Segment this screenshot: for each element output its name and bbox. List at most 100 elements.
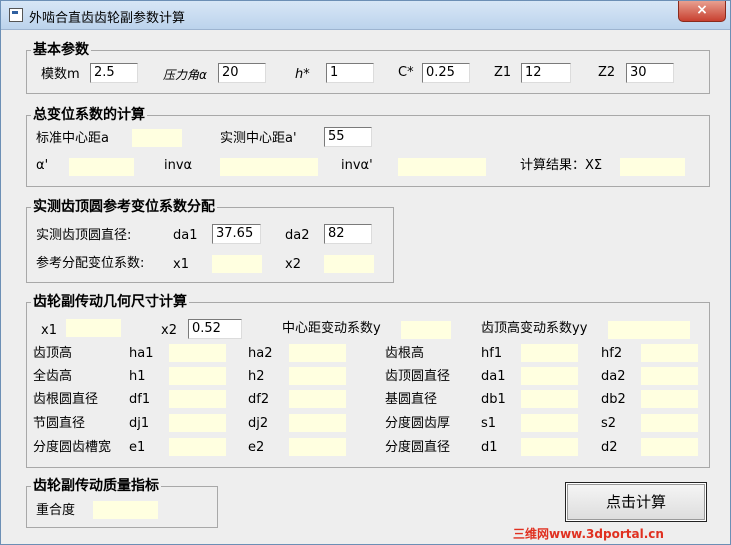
- geo-x2-label: x2: [161, 323, 177, 338]
- geo-da1-output: [521, 367, 578, 385]
- d2-output: [641, 438, 698, 456]
- s1-output: [521, 414, 578, 432]
- base-circle-label: 基圆直径: [385, 392, 438, 407]
- hf1-output: [521, 344, 578, 362]
- ha2-label: ha2: [248, 346, 273, 361]
- calculate-button[interactable]: 点击计算: [565, 482, 707, 522]
- ha1-output: [169, 344, 226, 362]
- tip-shift-label: 齿顶高变动系数yy: [481, 321, 588, 336]
- pressure-angle-input[interactable]: 20: [218, 63, 266, 83]
- std-center-output: [132, 129, 182, 147]
- da1-input[interactable]: 37.65: [212, 224, 261, 244]
- addendum-coef-label: h*: [295, 67, 310, 82]
- root-circle-label: 齿根圆直径: [33, 392, 99, 407]
- inv-alpha-label: invα: [164, 158, 193, 173]
- title-bar[interactable]: 外啮合直齿齿轮副参数计算 ×: [1, 1, 730, 30]
- pitch-circle-label: 节圆直径: [33, 416, 86, 431]
- da2-input[interactable]: 82: [324, 224, 372, 244]
- tooth-thickness-label: 分度圆齿厚: [385, 416, 451, 431]
- ha2-output: [289, 344, 346, 362]
- df2-label: df2: [248, 392, 270, 407]
- app-icon: [9, 8, 23, 22]
- pressure-angle-label: 压力角α: [163, 68, 207, 82]
- ref-x2-output: [324, 255, 374, 273]
- watermark: 三维网www.3dportal.cn: [513, 527, 664, 541]
- space-width-label: 分度圆齿槽宽: [33, 440, 112, 455]
- inv-alpha-output: [220, 158, 318, 176]
- e1-label: e1: [129, 440, 146, 455]
- s2-output: [641, 414, 698, 432]
- ref-diameter-label: 分度圆直径: [385, 440, 451, 455]
- z2-input[interactable]: 30: [626, 63, 674, 83]
- db1-label: db1: [481, 392, 506, 407]
- ha1-label: ha1: [129, 346, 154, 361]
- std-center-label: 标准中心距a: [36, 131, 109, 146]
- dj2-label: dj2: [248, 416, 269, 431]
- overlap-ratio-output: [93, 501, 158, 519]
- app-window: 外啮合直齿齿轮副参数计算 × 基本参数 模数m 2.5 压力角α 20 h* 1…: [0, 0, 731, 545]
- inv-alpha-prime-output: [398, 158, 486, 176]
- e2-label: e2: [248, 440, 265, 455]
- close-button[interactable]: ×: [678, 1, 726, 22]
- h1-output: [169, 367, 226, 385]
- e1-output: [169, 438, 226, 456]
- quality-legend: 齿轮副传动质量指标: [31, 477, 161, 495]
- ref-x2-label: x2: [285, 257, 301, 272]
- addendum-coef-input[interactable]: 1: [326, 63, 374, 83]
- tip-diameter-label: 实测齿顶圆直径:: [36, 228, 132, 243]
- overlap-ratio-label: 重合度: [36, 503, 76, 518]
- addendum-label: 齿顶高: [33, 346, 73, 361]
- total-shift-group: 总变位系数的计算: [26, 106, 710, 187]
- geo-da1-label: da1: [481, 369, 506, 384]
- hf1-label: hf1: [481, 346, 503, 361]
- h2-label: h2: [248, 369, 265, 384]
- ref-x1-output: [212, 255, 262, 273]
- dj2-output: [289, 414, 346, 432]
- total-shift-legend: 总变位系数的计算: [31, 106, 147, 124]
- total-shift-result-label: 计算结果：XΣ: [520, 158, 603, 173]
- db2-label: db2: [601, 392, 626, 407]
- hf2-label: hf2: [601, 346, 623, 361]
- h2-output: [289, 367, 346, 385]
- geo-da2-label: da2: [601, 369, 626, 384]
- center-shift-label: 中心距变动系数y: [282, 321, 381, 336]
- window-title: 外啮合直齿齿轮副参数计算: [29, 11, 186, 26]
- dj1-output: [169, 414, 226, 432]
- whole-depth-label: 全齿高: [33, 369, 73, 384]
- da1-label: da1: [173, 228, 198, 243]
- ref-x1-label: x1: [173, 257, 189, 272]
- d2-label: d2: [601, 440, 618, 455]
- center-shift-output: [401, 321, 451, 339]
- module-input[interactable]: 2.5: [90, 63, 138, 83]
- z1-label: Z1: [494, 65, 512, 80]
- d1-label: d1: [481, 440, 498, 455]
- db1-output: [521, 390, 578, 408]
- dj1-label: dj1: [129, 416, 150, 431]
- ref-shift-label: 参考分配变位系数:: [36, 256, 145, 271]
- h1-label: h1: [129, 369, 146, 384]
- meas-center-input[interactable]: 55: [324, 127, 372, 147]
- d1-output: [521, 438, 578, 456]
- clearance-coef-label: C*: [398, 65, 414, 80]
- df1-label: df1: [129, 392, 151, 407]
- total-shift-result-output: [620, 158, 685, 176]
- geometry-legend: 齿轮副传动几何尺寸计算: [31, 293, 189, 311]
- clearance-coef-input[interactable]: 0.25: [422, 63, 470, 83]
- meas-center-label: 实测中心距a': [220, 131, 297, 146]
- df2-output: [289, 390, 346, 408]
- geo-x1-output: [66, 319, 121, 337]
- s1-label: s1: [481, 416, 497, 431]
- alpha-prime-label: α': [36, 158, 49, 173]
- e2-output: [289, 438, 346, 456]
- inv-alpha-prime-label: invα': [341, 158, 373, 173]
- s2-label: s2: [601, 416, 617, 431]
- geo-x2-input[interactable]: 0.52: [188, 319, 242, 339]
- module-label: 模数m: [41, 67, 80, 82]
- tip-circle-label: 齿顶圆直径: [385, 369, 451, 384]
- z1-input[interactable]: 12: [521, 63, 571, 83]
- df1-output: [169, 390, 226, 408]
- z2-label: Z2: [598, 65, 616, 80]
- dedendum-label: 齿根高: [385, 346, 425, 361]
- db2-output: [641, 390, 698, 408]
- hf2-output: [641, 344, 698, 362]
